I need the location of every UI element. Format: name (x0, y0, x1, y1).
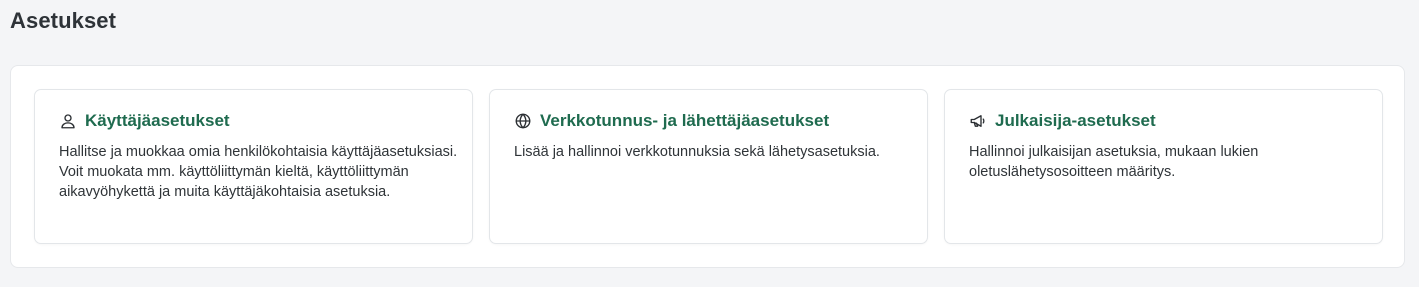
user-icon (59, 112, 77, 130)
card-description: Lisää ja hallinnoi verkkotunnuksia sekä … (514, 144, 880, 160)
card-header: Verkkotunnus- ja lähettäjäasetukset (514, 110, 829, 132)
megaphone-icon (969, 112, 987, 130)
domain-sender-settings-card[interactable]: Verkkotunnus- ja lähettäjäasetukset Lisä… (489, 89, 928, 244)
card-description: Hallitse ja muokkaa omia henkilökohtaisi… (59, 144, 458, 200)
card-description: Hallinnoi julkaisijan asetuksia, mukaan … (969, 144, 1259, 180)
settings-panel: Käyttäjäasetukset Hallitse ja muokkaa om… (10, 65, 1405, 268)
card-title[interactable]: Verkkotunnus- ja lähettäjäasetukset (540, 110, 829, 132)
page-title: Asetukset (10, 8, 117, 33)
publisher-settings-card[interactable]: Julkaisija-asetukset Hallinnoi julkaisij… (944, 89, 1383, 244)
card-header: Käyttäjäasetukset (59, 110, 230, 132)
user-settings-card[interactable]: Käyttäjäasetukset Hallitse ja muokkaa om… (34, 89, 473, 244)
card-title[interactable]: Julkaisija-asetukset (995, 110, 1156, 132)
globe-icon (514, 112, 532, 130)
card-header: Julkaisija-asetukset (969, 110, 1156, 132)
card-title[interactable]: Käyttäjäasetukset (85, 110, 230, 132)
